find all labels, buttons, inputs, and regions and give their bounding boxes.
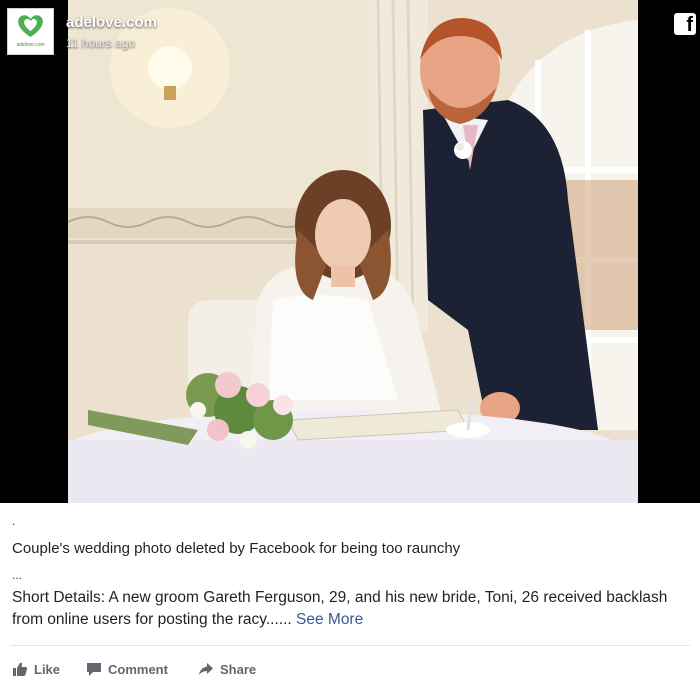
share-label: Share: [220, 661, 257, 677]
share-arrow-icon: [199, 663, 213, 675]
ellipsis-separator: ...: [12, 568, 23, 582]
actions-divider: [10, 645, 690, 646]
page-name[interactable]: adelove.com: [66, 14, 157, 31]
like-button[interactable]: Like: [12, 658, 60, 680]
speech-bubble-icon: [87, 663, 101, 676]
post-headline: Couple's wedding photo deleted by Facebo…: [12, 540, 461, 557]
share-button[interactable]: Share: [198, 658, 256, 680]
page-logo[interactable]: adelove.com: [7, 8, 54, 55]
post-media[interactable]: adelove.com adelove.com 11 hours ago f: [0, 0, 700, 503]
facebook-f-icon[interactable]: f: [674, 13, 696, 36]
heart-logo-icon: [18, 15, 43, 37]
wedding-photo-illustration: [68, 0, 638, 503]
see-more-link[interactable]: See More: [296, 611, 363, 628]
post-timestamp[interactable]: 11 hours ago: [66, 36, 135, 50]
logo-text: adelove.com: [16, 42, 45, 48]
wedding-photo[interactable]: [68, 0, 638, 503]
dot-separator: .: [12, 514, 16, 528]
comment-label: Comment: [108, 661, 168, 677]
thumbs-up-icon: [13, 662, 28, 676]
post-details: Short Details: A new groom Gareth Fergus…: [12, 587, 672, 631]
like-label: Like: [34, 661, 61, 677]
comment-button[interactable]: Comment: [86, 658, 168, 680]
facebook-f-glyph: f: [686, 14, 693, 36]
facebook-post: adelove.com adelove.com 11 hours ago f .…: [0, 0, 700, 694]
